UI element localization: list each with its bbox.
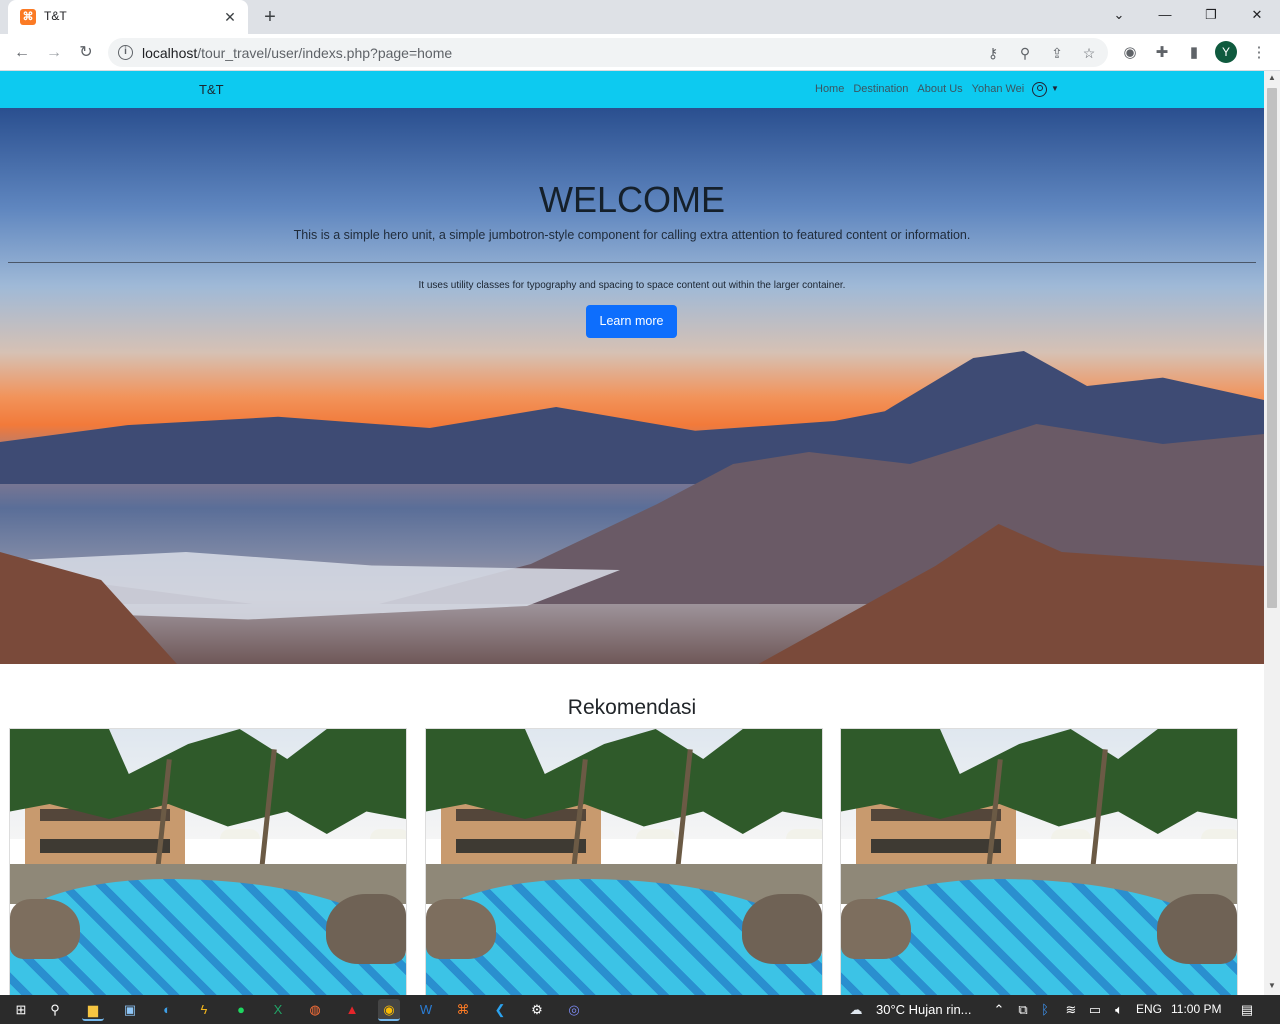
- tab-title: T&T: [44, 9, 67, 23]
- tray-chevron-up-icon[interactable]: ⌃: [988, 999, 1010, 1021]
- wifi-icon[interactable]: ≋: [1060, 999, 1082, 1021]
- discord-icon[interactable]: ◎: [563, 999, 585, 1021]
- acrobat-icon[interactable]: ▲: [341, 999, 363, 1021]
- reload-button[interactable]: ↻: [72, 39, 100, 67]
- card-building-windows-lower: [871, 839, 1001, 853]
- new-tab-button[interactable]: +: [256, 4, 284, 30]
- language-indicator[interactable]: ENG: [1136, 1002, 1162, 1016]
- weather-cloud-icon: ☁: [849, 1002, 863, 1017]
- card-building-windows-lower: [40, 839, 170, 853]
- forward-button[interactable]: →: [40, 39, 68, 67]
- recommendation-card-2[interactable]: ‹: [425, 728, 823, 995]
- extensions-puzzle-icon[interactable]: ✚: [1150, 41, 1174, 65]
- recommendation-card-1[interactable]: ‹: [9, 728, 407, 995]
- page-scrollbar[interactable]: ▲ ▼: [1264, 71, 1280, 995]
- dropdown-caret-icon[interactable]: ▼: [1051, 84, 1059, 93]
- back-button[interactable]: ←: [8, 39, 36, 67]
- browser-tab[interactable]: ⌘ T&T ✕: [8, 0, 248, 34]
- search-icon[interactable]: ⚲: [44, 999, 66, 1021]
- share-icon[interactable]: ⇪: [1046, 42, 1068, 64]
- notifications-icon[interactable]: ▤: [1236, 999, 1258, 1021]
- carousel-prev-icon[interactable]: ‹: [12, 847, 15, 857]
- bookmark-star-icon[interactable]: ☆: [1078, 42, 1100, 64]
- nav-about-us[interactable]: About Us: [917, 83, 962, 95]
- hero-divider: [8, 262, 1256, 263]
- carousel-prev-icon[interactable]: ‹: [428, 847, 431, 857]
- nav-links: Home Destination About Us Yohan Wei: [815, 83, 1024, 95]
- restore-button[interactable]: ❐: [1188, 0, 1234, 34]
- nav-user-name[interactable]: Yohan Wei: [972, 83, 1025, 95]
- tab-strip: ⌘ T&T ✕ + ⌄ — ❐ ✕: [0, 0, 1280, 34]
- recommendation-title: Rekomendasi: [567, 696, 697, 719]
- firefox-icon[interactable]: ◍: [304, 999, 326, 1021]
- close-tab-icon[interactable]: ✕: [220, 7, 240, 27]
- menu-kebab-icon[interactable]: ⋮: [1247, 41, 1271, 65]
- nav-destination[interactable]: Destination: [853, 83, 908, 95]
- user-circle-icon[interactable]: [1032, 82, 1047, 97]
- card-rock: [1157, 894, 1237, 964]
- tab-search-icon[interactable]: ⌄: [1096, 0, 1142, 34]
- extension-icon[interactable]: ◉: [1118, 41, 1142, 65]
- learn-more-button[interactable]: Learn more: [586, 305, 677, 338]
- weather-text[interactable]: 30°C Hujan rin...: [876, 1002, 972, 1017]
- control-panel-icon[interactable]: ▣: [119, 999, 141, 1021]
- carousel-prev-icon[interactable]: ‹: [843, 847, 846, 857]
- file-explorer-icon[interactable]: ▆: [82, 999, 104, 1021]
- site-info-icon[interactable]: i: [118, 45, 133, 60]
- bluetooth-icon[interactable]: ᛒ: [1034, 999, 1056, 1021]
- url-text[interactable]: localhost/tour_travel/user/indexs.php?pa…: [142, 45, 452, 61]
- minimize-button[interactable]: —: [1142, 0, 1188, 34]
- profile-avatar[interactable]: Y: [1215, 41, 1237, 63]
- spotify-icon[interactable]: ●: [230, 999, 252, 1021]
- recommendation-card-3[interactable]: ‹: [840, 728, 1238, 995]
- zoom-icon[interactable]: ⚲: [1014, 42, 1036, 64]
- card-umbrella: [1051, 829, 1091, 839]
- hero-lead: This is a simple hero unit, a simple jum…: [293, 228, 971, 242]
- windows-taskbar: ⊞ ⚲ ▆ ▣ ◐ ϟ ● X ◍ ▲ ◉ W ⌘ ❮ ⚙ ◎ ☁ 30°C H…: [0, 995, 1280, 1024]
- xampp-favicon-icon: ⌘: [20, 9, 36, 25]
- close-window-button[interactable]: ✕: [1234, 0, 1280, 34]
- side-panel-icon[interactable]: ▮: [1182, 41, 1206, 65]
- app-bolt-icon[interactable]: ϟ: [193, 999, 215, 1021]
- address-bar[interactable]: i localhost/tour_travel/user/indexs.php?…: [108, 38, 1108, 67]
- card-rock: [426, 899, 496, 959]
- page-viewport: T&T Home Destination About Us Yohan Wei …: [0, 71, 1264, 995]
- card-building-windows-lower: [456, 839, 586, 853]
- volume-icon[interactable]: 🔈︎: [1108, 999, 1130, 1021]
- site-brand[interactable]: T&T: [199, 82, 224, 97]
- card-rock: [841, 899, 911, 959]
- battery-icon[interactable]: ▭: [1084, 999, 1106, 1021]
- xampp-icon[interactable]: ⌘: [452, 999, 474, 1021]
- hero-title: WELCOME: [538, 179, 725, 220]
- card-umbrella: [636, 829, 676, 839]
- scroll-up-icon[interactable]: ▲: [1264, 73, 1280, 85]
- card-umbrella: [1201, 829, 1237, 839]
- scroll-down-icon[interactable]: ▼: [1264, 981, 1280, 993]
- hero-jumbotron: WELCOME This is a simple hero unit, a si…: [0, 108, 1264, 664]
- browser-toolbar: ← → ↻ i localhost/tour_travel/user/index…: [0, 34, 1280, 71]
- word-icon[interactable]: W: [415, 999, 437, 1021]
- start-windows-icon[interactable]: ⊞: [10, 999, 32, 1021]
- card-umbrella: [370, 829, 406, 839]
- scroll-thumb[interactable]: [1267, 88, 1277, 608]
- nav-home[interactable]: Home: [815, 83, 844, 95]
- card-umbrella: [220, 829, 260, 839]
- chrome-icon[interactable]: ◉: [378, 999, 400, 1021]
- hero-text: It uses utility classes for typography a…: [418, 280, 846, 291]
- tray-app-icon[interactable]: ⧉: [1012, 999, 1034, 1021]
- card-rock: [326, 894, 406, 964]
- card-rock: [10, 899, 80, 959]
- settings-gear-icon[interactable]: ⚙: [526, 999, 548, 1021]
- site-navbar: T&T Home Destination About Us Yohan Wei …: [0, 71, 1264, 108]
- password-key-icon[interactable]: ⚷: [982, 42, 1004, 64]
- card-umbrella: [786, 829, 822, 839]
- edge-icon[interactable]: ◐: [156, 999, 178, 1021]
- excel-icon[interactable]: X: [267, 999, 289, 1021]
- vscode-icon[interactable]: ❮: [489, 999, 511, 1021]
- clock-time[interactable]: 11:00 PM: [1171, 1002, 1221, 1016]
- card-rock: [742, 894, 822, 964]
